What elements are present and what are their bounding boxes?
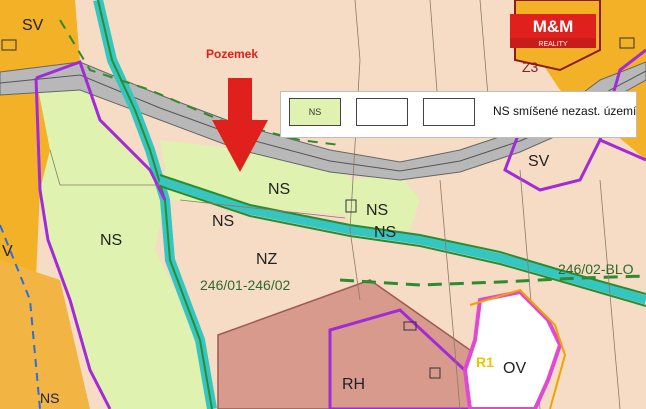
legend-swatch-ns: NS: [289, 98, 341, 126]
legend-swatch-code: NS: [308, 107, 322, 117]
logo-text: M&M: [533, 17, 574, 36]
legend-swatch-empty-1: [356, 98, 408, 126]
zone-label-nz: NZ: [256, 251, 278, 268]
zone-label-ns-left: NS: [100, 232, 122, 249]
legend: NS NS smíšené nezast. území: [280, 91, 637, 138]
zone-label-r1: R1: [476, 354, 494, 370]
zone-label-sv-right: SV: [528, 153, 550, 170]
logo-subtext: REALITY: [538, 41, 568, 48]
map-stage: SV NS NS NS NS NS NZ RH OV R1 Z3 SV V NS…: [0, 0, 646, 409]
corridor-label-2: 246/02-BLO: [558, 261, 634, 277]
legend-description: NS smíšené nezast. území: [493, 104, 637, 118]
zone-label-ns-road: NS: [212, 213, 234, 230]
corridor-label-1: 246/01-246/02: [200, 277, 291, 293]
zone-label-v-left: V: [2, 243, 13, 260]
zoning-map: SV NS NS NS NS NS NZ RH OV R1 Z3 SV V NS…: [0, 0, 646, 409]
zone-label-ov: OV: [503, 360, 526, 377]
zone-label-z3: Z3: [522, 59, 539, 75]
zone-label-rh: RH: [342, 376, 365, 393]
zone-label-ns-right2: NS: [374, 224, 396, 241]
pozemek-label: Pozemek: [206, 47, 259, 61]
legend-swatch-empty-2: [423, 98, 475, 126]
mm-reality-logo: M&M REALITY: [510, 14, 596, 48]
zone-label-ns-main: NS: [268, 181, 290, 198]
zone-label-ns-right: NS: [366, 202, 388, 219]
zone-label-ns-bottom: NS: [40, 390, 59, 406]
zone-label-sv: SV: [22, 17, 44, 34]
